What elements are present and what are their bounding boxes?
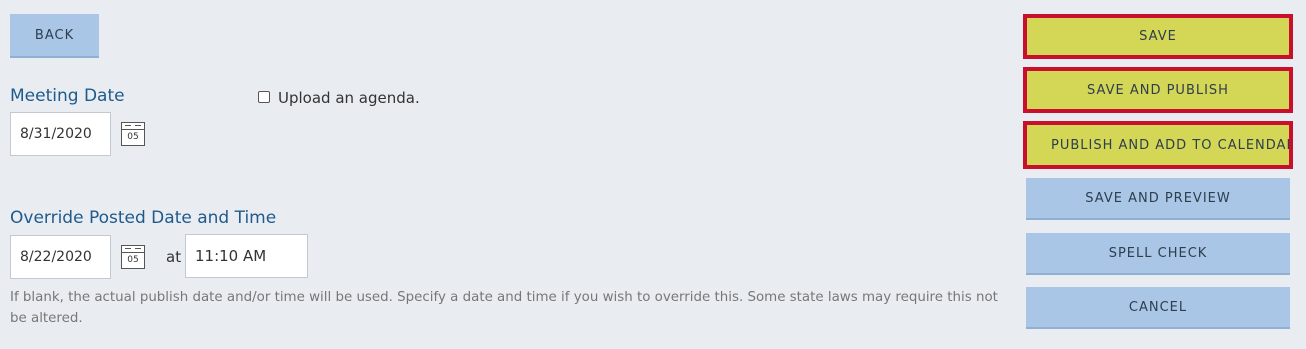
override-date-calendar-icon[interactable]: 05 <box>121 245 145 269</box>
upload-agenda-checkbox[interactable] <box>258 91 270 103</box>
calendar-header <box>122 123 144 130</box>
back-button[interactable]: BACK <box>10 14 99 58</box>
save-button[interactable]: SAVE <box>1023 14 1293 59</box>
calendar-day: 05 <box>127 255 139 265</box>
override-help-text: If blank, the actual publish date and/or… <box>10 290 998 326</box>
upload-agenda-label[interactable]: Upload an agenda. <box>278 89 420 107</box>
spell-check-button[interactable]: SPELL CHECK <box>1026 233 1290 275</box>
at-label: at <box>166 248 182 266</box>
meeting-date-calendar-icon[interactable]: 05 <box>121 122 145 146</box>
save-and-preview-button[interactable]: SAVE AND PREVIEW <box>1026 178 1290 220</box>
meeting-date-input[interactable]: 8/31/2020 <box>10 112 111 156</box>
meeting-date-label: Meeting Date <box>10 86 125 106</box>
calendar-day: 05 <box>127 132 139 142</box>
override-time-input[interactable]: 11:10 AM <box>185 234 308 278</box>
calendar-header <box>122 246 144 253</box>
override-date-label: Override Posted Date and Time <box>10 208 277 228</box>
publish-and-add-to-calendar-button[interactable]: PUBLISH AND ADD TO CALENDAR <box>1023 121 1293 169</box>
save-and-publish-button[interactable]: SAVE AND PUBLISH <box>1023 67 1293 113</box>
override-date-input[interactable]: 8/22/2020 <box>10 235 111 279</box>
cancel-button[interactable]: CANCEL <box>1026 287 1290 329</box>
